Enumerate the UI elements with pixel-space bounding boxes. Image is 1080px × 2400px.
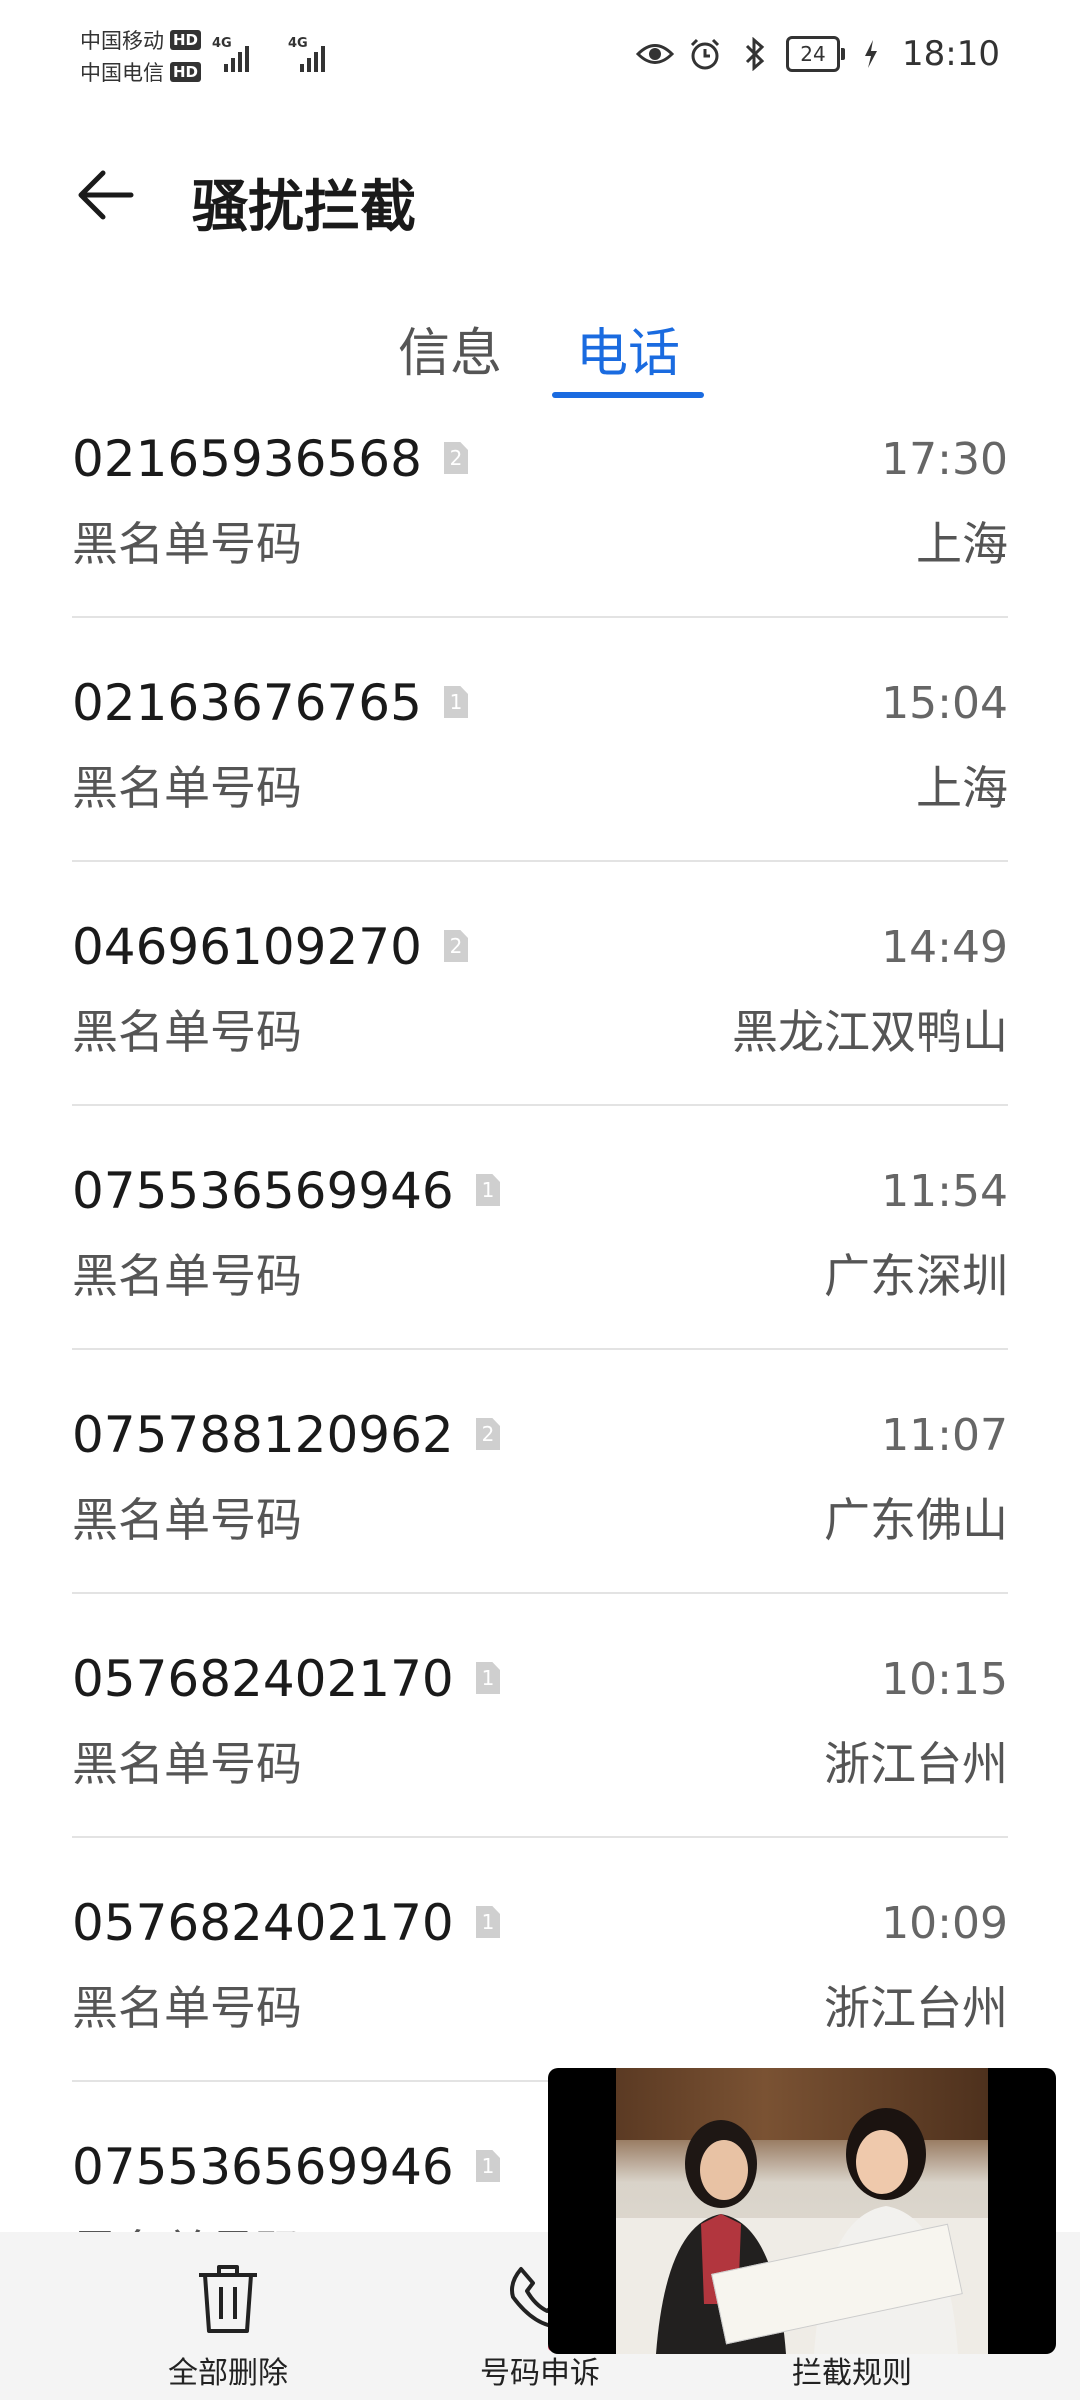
block-reason: 黑名单号码 [72,1005,302,1059]
call-location: 黑龙江双鸭山 [732,1005,1008,1059]
sim-2-icon: 2 [476,1418,500,1450]
status-right: 24 18:10 [636,28,1000,80]
signal-1-icon: 4G [212,36,266,72]
delete-all-label: 全部删除 [168,2356,288,2391]
call-time: 10:15 [881,1654,1008,1705]
carriers: 中国移动 HD 中国电信 HD [80,24,202,88]
call-time: 11:07 [881,1410,1008,1461]
sim-1-icon: 1 [476,2150,500,2182]
tab-active-indicator [552,392,704,398]
call-time: 14:49 [881,922,1008,973]
back-button[interactable] [60,150,150,240]
signal-indicators: 4G 4G [212,36,342,72]
call-location: 上海 [916,761,1008,815]
bluetooth-icon [736,35,774,73]
block-reason: 黑名单号码 [72,1737,302,1791]
tab-messages[interactable]: 信息 [380,314,520,394]
call-location: 广东佛山 [824,1493,1008,1547]
call-time: 15:04 [881,678,1008,729]
phone-number: 075788120962 [72,1406,454,1464]
call-row[interactable]: 04696109270 2 黑名单号码 14:49 黑龙江双鸭山 [72,862,1008,1106]
call-row[interactable]: 075788120962 2 黑名单号码 11:07 广东佛山 [72,1350,1008,1594]
sim-1-icon: 1 [444,686,468,718]
call-time: 17:30 [881,434,1008,485]
charging-icon [852,35,890,73]
blocked-calls-list: 02165936568 2 黑名单号码 17:30 上海 02163676765… [72,410,1008,2326]
call-row[interactable]: 057682402170 1 黑名单号码 10:15 浙江台州 [72,1594,1008,1838]
block-reason: 黑名单号码 [72,1981,302,2035]
phone-number: 075536569946 [72,1162,454,1220]
call-location: 上海 [916,517,1008,571]
battery-icon: 24 [786,36,846,72]
phone-number: 02165936568 [72,430,422,488]
carrier-row-1: 中国移动 HD [80,24,202,56]
header: 骚扰拦截 [0,130,1080,260]
tab-bar: 信息 电话 [0,300,1080,410]
tab-calls[interactable]: 电话 [552,314,704,394]
call-row[interactable]: 075536569946 1 黑名单号码 11:54 广东深圳 [72,1106,1008,1350]
carrier-2-label: 中国电信 [80,61,164,85]
hd-badge: HD [170,62,202,82]
signal-2-icon: 4G [288,36,342,72]
call-row[interactable]: 057682402170 1 黑名单号码 10:09 浙江台州 [72,1838,1008,2082]
carrier-1-label: 中国移动 [80,29,164,53]
call-location: 浙江台州 [824,1737,1008,1791]
sim-1-icon: 1 [476,1662,500,1694]
delete-all-button[interactable]: 全部删除 [118,2256,338,2392]
sim-1-icon: 1 [476,1906,500,1938]
page-title: 骚扰拦截 [192,175,416,240]
video-frame [616,2068,988,2354]
status-bar: 中国移动 HD 中国电信 HD 4G 4G 24 18:10 [0,0,1080,110]
carrier-row-2: 中国电信 HD [80,56,202,88]
phone-number: 057682402170 [72,1650,454,1708]
block-reason: 黑名单号码 [72,1493,302,1547]
phone-number: 075536569946 [72,2138,454,2196]
call-time: 10:09 [881,1898,1008,1949]
eye-icon [636,35,675,73]
sim-2-icon: 2 [444,442,468,474]
hd-badge: HD [170,30,202,50]
block-reason: 黑名单号码 [72,761,302,815]
call-time: 11:54 [881,1166,1008,1217]
phone-number: 04696109270 [72,918,422,976]
call-row[interactable]: 02165936568 2 黑名单号码 17:30 上海 [72,410,1008,618]
phone-number: 057682402170 [72,1894,454,1952]
number-appeal-label: 号码申诉 [480,2356,600,2391]
phone-number: 02163676765 [72,674,422,732]
block-reason: 黑名单号码 [72,1249,302,1303]
trash-icon [118,2256,338,2340]
call-location: 广东深圳 [824,1249,1008,1303]
screen: 中国移动 HD 中国电信 HD 4G 4G 24 18:10 骚扰拦截 信息 电… [0,0,1080,2400]
call-row[interactable]: 02163676765 1 黑名单号码 15:04 上海 [72,618,1008,862]
floating-video-window[interactable] [548,2068,1056,2354]
back-arrow-icon [78,170,134,220]
clock: 18:10 [902,34,1000,74]
sim-2-icon: 2 [444,930,468,962]
alarm-icon [686,35,724,73]
block-reason: 黑名单号码 [72,517,302,571]
call-location: 浙江台州 [824,1981,1008,2035]
block-rules-label: 拦截规则 [792,2356,912,2391]
sim-1-icon: 1 [476,1174,500,1206]
